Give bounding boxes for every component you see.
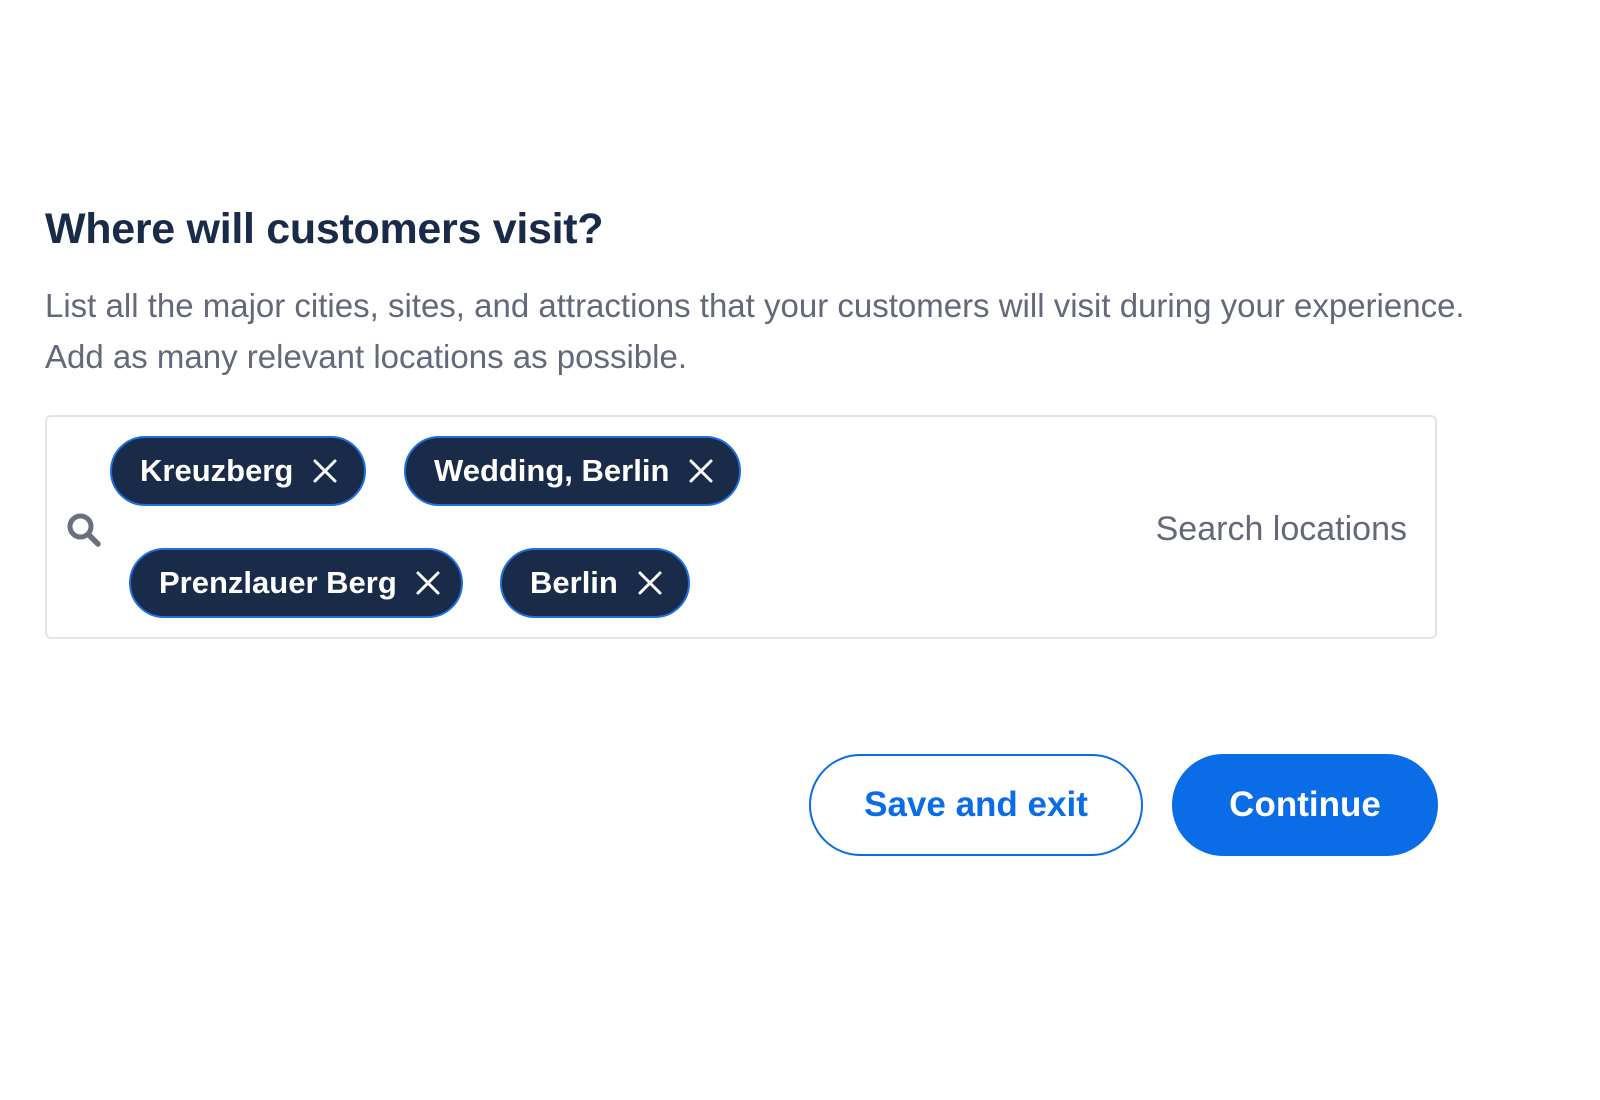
- close-icon[interactable]: [636, 569, 664, 597]
- location-chip-label: Kreuzberg: [140, 453, 294, 488]
- page-title: Where will customers visit?: [45, 205, 604, 253]
- page: Where will customers visit? List all the…: [0, 0, 1600, 1100]
- location-chip-kreuzberg: Kreuzberg: [110, 436, 366, 506]
- page-description: List all the major cities, sites, and at…: [45, 287, 1465, 375]
- close-icon[interactable]: [415, 569, 441, 597]
- location-chip-label: Wedding, Berlin: [434, 453, 670, 488]
- location-chip-berlin: Berlin: [500, 548, 690, 618]
- continue-button[interactable]: Continue: [1172, 754, 1438, 856]
- location-search-field[interactable]: Kreuzberg Wedding, Berlin Prenzlauer Ber…: [45, 415, 1437, 639]
- location-chip-label: Berlin: [530, 565, 618, 600]
- search-icon: [65, 511, 103, 549]
- location-chip-wedding-berlin: Wedding, Berlin: [404, 436, 741, 506]
- location-chip-label: Prenzlauer Berg: [159, 565, 397, 600]
- search-input[interactable]: [1047, 499, 1417, 559]
- save-and-exit-button[interactable]: Save and exit: [809, 754, 1143, 856]
- location-chip-prenzlauer-berg: Prenzlauer Berg: [129, 548, 463, 618]
- close-icon[interactable]: [687, 457, 715, 485]
- close-icon[interactable]: [311, 457, 339, 485]
